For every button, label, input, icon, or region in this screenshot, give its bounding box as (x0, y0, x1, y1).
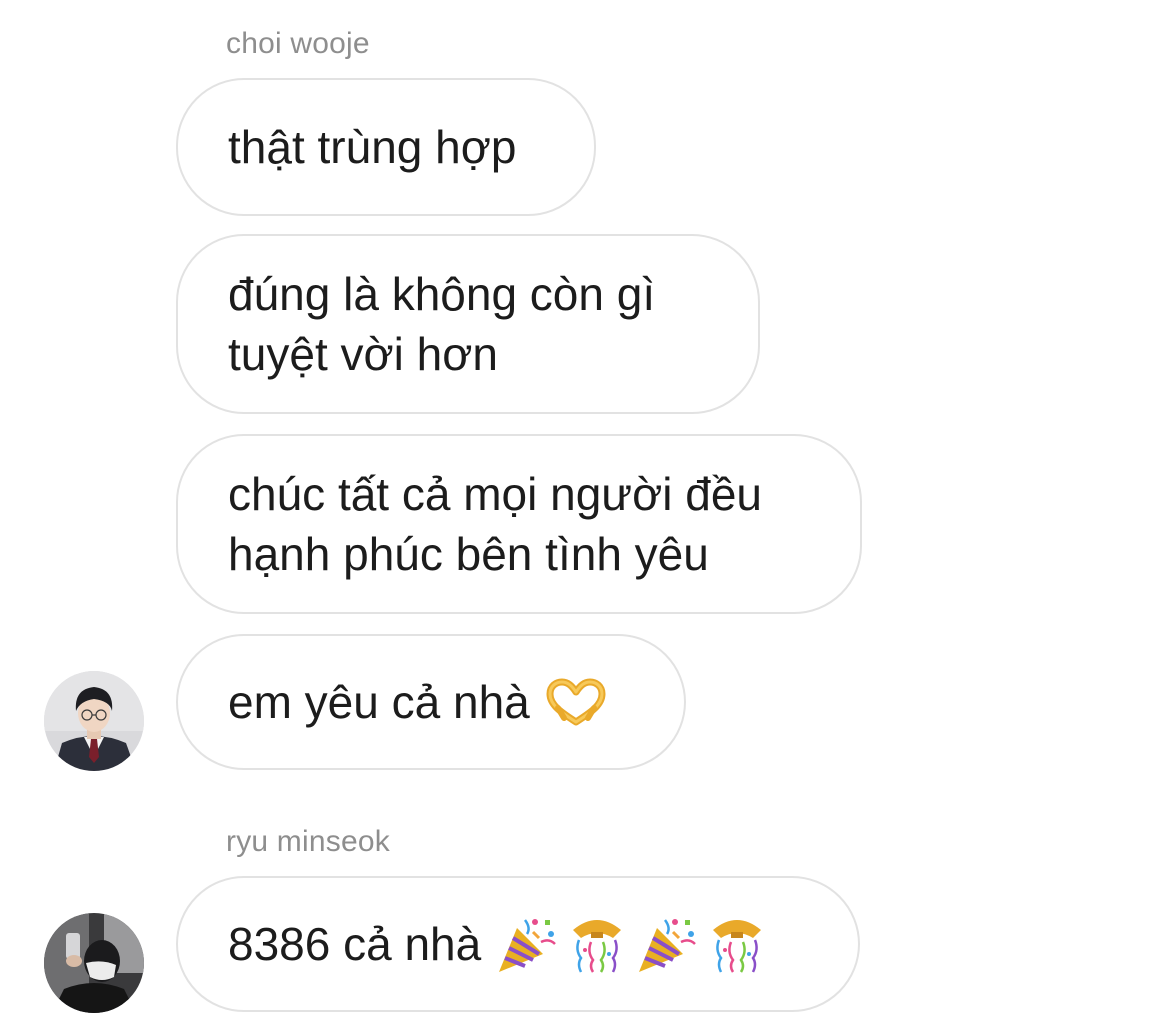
heart-hands-icon (544, 678, 608, 726)
message-emoji (495, 914, 769, 974)
party-popper-icon (495, 914, 559, 974)
message-emoji (544, 678, 608, 726)
message-bubble[interactable]: 8386 cả nhà (176, 876, 860, 1012)
sender-name: ryu minseok (226, 825, 390, 858)
message-text: 8386 cả nhà (228, 918, 482, 970)
message-bubble[interactable]: chúc tất cả mọi người đều hạnh phúc bên … (176, 434, 862, 614)
confetti-ball-icon (565, 914, 629, 974)
message-text: thật trùng hợp (228, 121, 517, 173)
avatar-choi-wooje[interactable] (44, 671, 144, 771)
party-popper-icon (635, 914, 699, 974)
avatar-photo (44, 913, 144, 1013)
sender-name: choi wooje (226, 27, 370, 60)
message-bubble[interactable]: thật trùng hợp (176, 78, 596, 216)
confetti-ball-icon (705, 914, 769, 974)
avatar-ryu-minseok[interactable] (44, 913, 144, 1013)
message-text: chúc tất cả mọi người đều hạnh phúc bên … (228, 468, 763, 580)
message-text: em yêu cả nhà (228, 676, 530, 728)
message-bubble[interactable]: đúng là không còn gì tuyệt vời hơn (176, 234, 760, 414)
message-bubble[interactable]: em yêu cả nhà (176, 634, 686, 770)
avatar-photo (44, 671, 144, 771)
message-text: đúng là không còn gì tuyệt vời hơn (228, 268, 656, 380)
